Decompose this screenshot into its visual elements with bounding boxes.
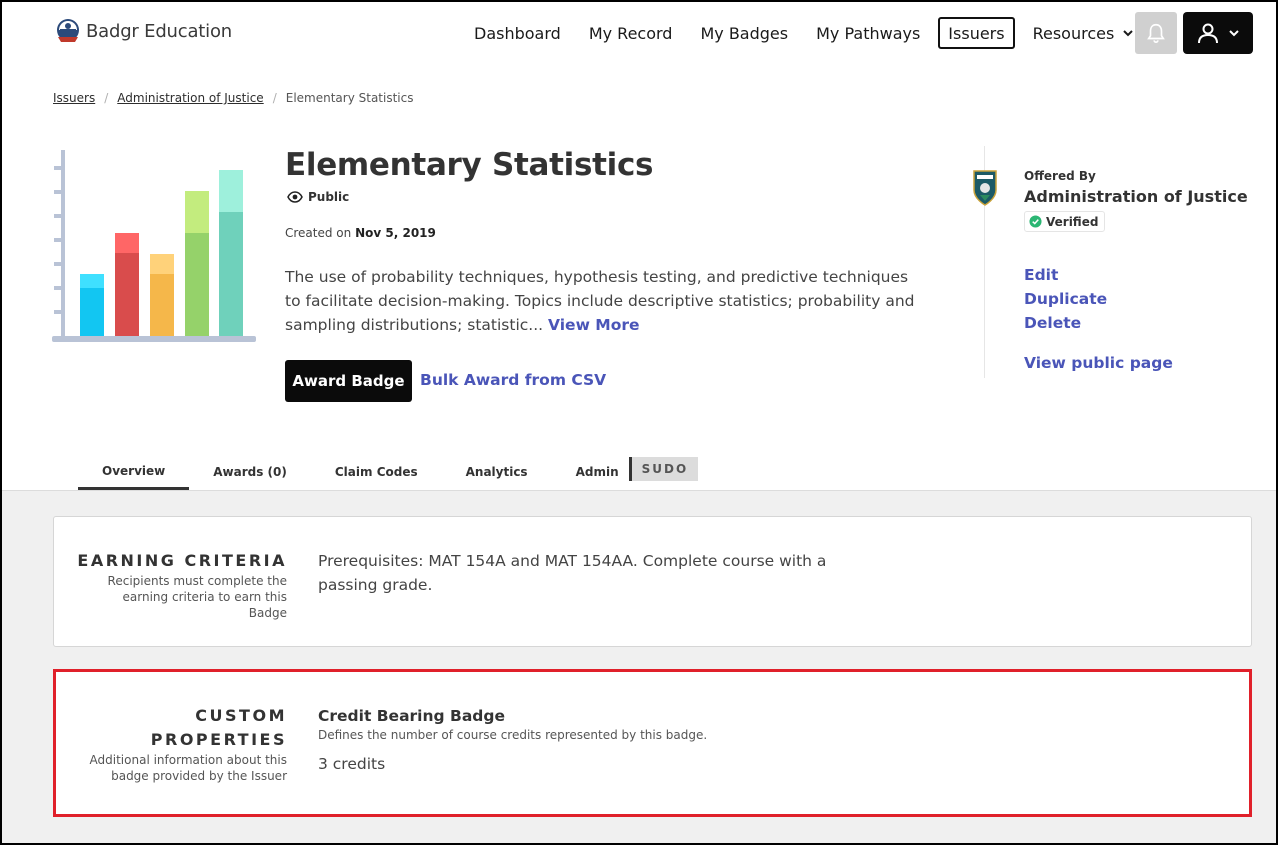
duplicate-link[interactable]: Duplicate	[1024, 290, 1107, 308]
breadcrumb: Issuers / Administration of Justice / El…	[53, 91, 413, 105]
breadcrumb-issuers[interactable]: Issuers	[53, 91, 95, 105]
property-description: Defines the number of course credits rep…	[318, 728, 708, 742]
chevron-down-icon	[1229, 30, 1239, 37]
tab-analytics[interactable]: Analytics	[442, 454, 552, 490]
app-window: Badgr Education Dashboard My Record My B…	[2, 2, 1276, 843]
custom-properties-subtitle: Additional information about this badge …	[89, 753, 287, 783]
created-date: Created on Nov 5, 2019	[285, 226, 436, 240]
chevron-down-icon	[1123, 30, 1134, 37]
nav-my-badges[interactable]: My Badges	[690, 17, 798, 49]
issuer-name[interactable]: Administration of Justice	[1024, 187, 1248, 206]
badge-description: The use of probability techniques, hypot…	[285, 265, 915, 337]
property-value: 3 credits	[318, 755, 386, 773]
nav-my-pathways[interactable]: My Pathways	[806, 17, 930, 49]
tab-admin[interactable]: Admin	[552, 454, 629, 490]
view-public-page-link[interactable]: View public page	[1024, 354, 1173, 372]
breadcrumb-issuer[interactable]: Administration of Justice	[117, 91, 263, 105]
earning-criteria-text: Prerequisites: MAT 154A and MAT 154AA. C…	[318, 552, 827, 594]
property-name: Credit Bearing Badge	[318, 707, 505, 725]
tab-overview[interactable]: Overview	[78, 454, 190, 490]
custom-properties-heading: CUSTOM PROPERTIES	[151, 704, 287, 752]
edit-link[interactable]: Edit	[1024, 266, 1058, 284]
delete-link[interactable]: Delete	[1024, 314, 1081, 332]
earning-criteria-subtitle: Recipients must complete the earning cri…	[107, 574, 287, 620]
breadcrumb-separator: /	[104, 91, 109, 105]
custom-properties-heading-line2: PROPERTIES	[150, 730, 287, 749]
breadcrumb-current: Elementary Statistics	[285, 91, 414, 105]
breadcrumb-separator: /	[272, 91, 277, 105]
created-value: Nov 5, 2019	[355, 226, 436, 240]
main-nav: Dashboard My Record My Badges My Pathway…	[464, 17, 1152, 49]
badgr-logo	[57, 19, 79, 42]
created-label: Created on	[285, 226, 352, 240]
check-circle-icon	[1029, 215, 1042, 228]
custom-properties-card: CUSTOM PROPERTIES Additional information…	[53, 669, 1252, 817]
top-navigation-bar: Badgr Education Dashboard My Record My B…	[2, 2, 1276, 64]
eye-icon	[287, 191, 303, 203]
user-menu-button[interactable]	[1183, 12, 1253, 54]
offered-by-label: Offered By	[1024, 169, 1096, 183]
nav-resources-label: Resources	[1032, 23, 1115, 43]
overview-content: EARNING CRITERIA Recipients must complet…	[2, 490, 1276, 843]
earning-criteria-card: EARNING CRITERIA Recipients must complet…	[53, 516, 1252, 647]
issuer-shield-logo	[973, 170, 997, 206]
app-logo[interactable]: Badgr Education	[54, 17, 232, 45]
bar-chart-badge-image	[52, 150, 256, 342]
visibility-indicator: Public	[287, 190, 349, 204]
sudo-badge: SUDO	[628, 457, 699, 481]
verified-badge: Verified	[1024, 211, 1106, 232]
tab-awards[interactable]: Awards (0)	[189, 454, 311, 490]
bulk-award-csv-link[interactable]: Bulk Award from CSV	[420, 371, 606, 389]
earning-criteria-heading: EARNING CRITERIA	[77, 551, 287, 570]
nav-issuers[interactable]: Issuers	[938, 17, 1015, 49]
nav-resources[interactable]: Resources	[1023, 17, 1145, 49]
app-name: Badgr Education	[86, 20, 232, 42]
nav-dashboard[interactable]: Dashboard	[464, 17, 571, 49]
user-icon	[1198, 23, 1218, 44]
tab-claim-codes[interactable]: Claim Codes	[311, 454, 442, 490]
view-more-link[interactable]: View More	[548, 316, 640, 334]
nav-my-record[interactable]: My Record	[579, 17, 683, 49]
visibility-label: Public	[308, 190, 350, 204]
award-badge-button[interactable]: Award Badge	[285, 360, 412, 402]
custom-properties-heading-line1: CUSTOM	[195, 706, 287, 725]
bell-icon	[1147, 23, 1165, 43]
badge-tabs: Overview Awards (0) Claim Codes Analytic…	[78, 454, 699, 490]
notifications-button[interactable]	[1135, 12, 1177, 54]
verified-label: Verified	[1046, 214, 1099, 229]
badge-title: Elementary Statistics	[285, 147, 654, 183]
